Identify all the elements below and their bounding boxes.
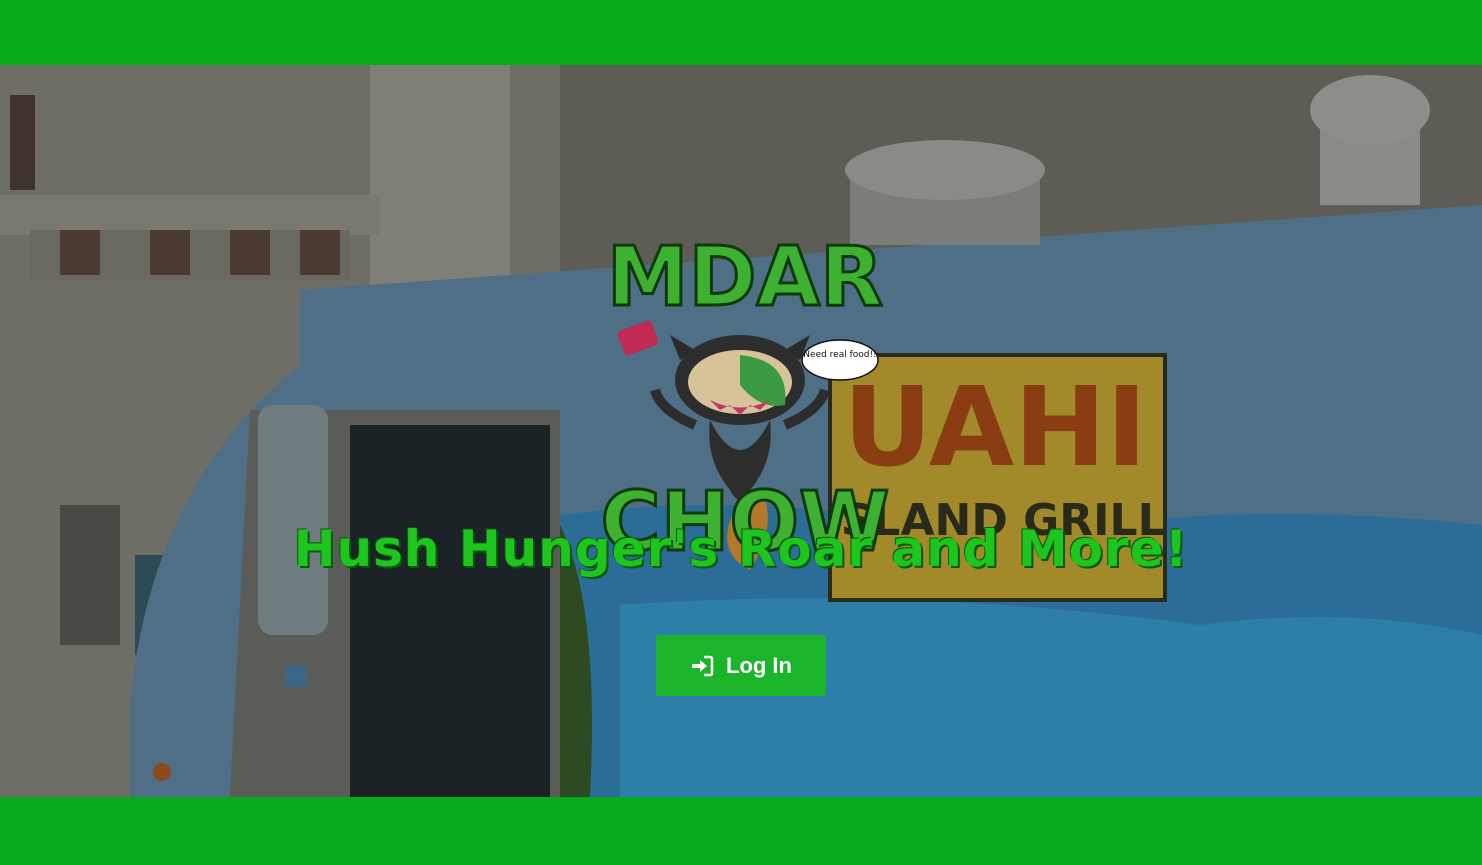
top-navbar [0, 0, 1482, 65]
hero-section: UAHI ISLAND GRILL MDAR Need real food!! [0, 65, 1482, 797]
speech-bubble-text: Need real food!! [803, 350, 876, 360]
footer-bar [0, 797, 1482, 865]
login-button[interactable]: Log In [656, 635, 826, 696]
login-button-label: Log In [726, 652, 792, 678]
logo-text-top: MDAR [607, 230, 883, 325]
sign-in-icon [690, 655, 714, 677]
mdar-chow-logo: MDAR Need real food!! CHOW [600, 229, 890, 570]
hero-tagline: Hush Hunger's Roar and More! [293, 520, 1189, 578]
